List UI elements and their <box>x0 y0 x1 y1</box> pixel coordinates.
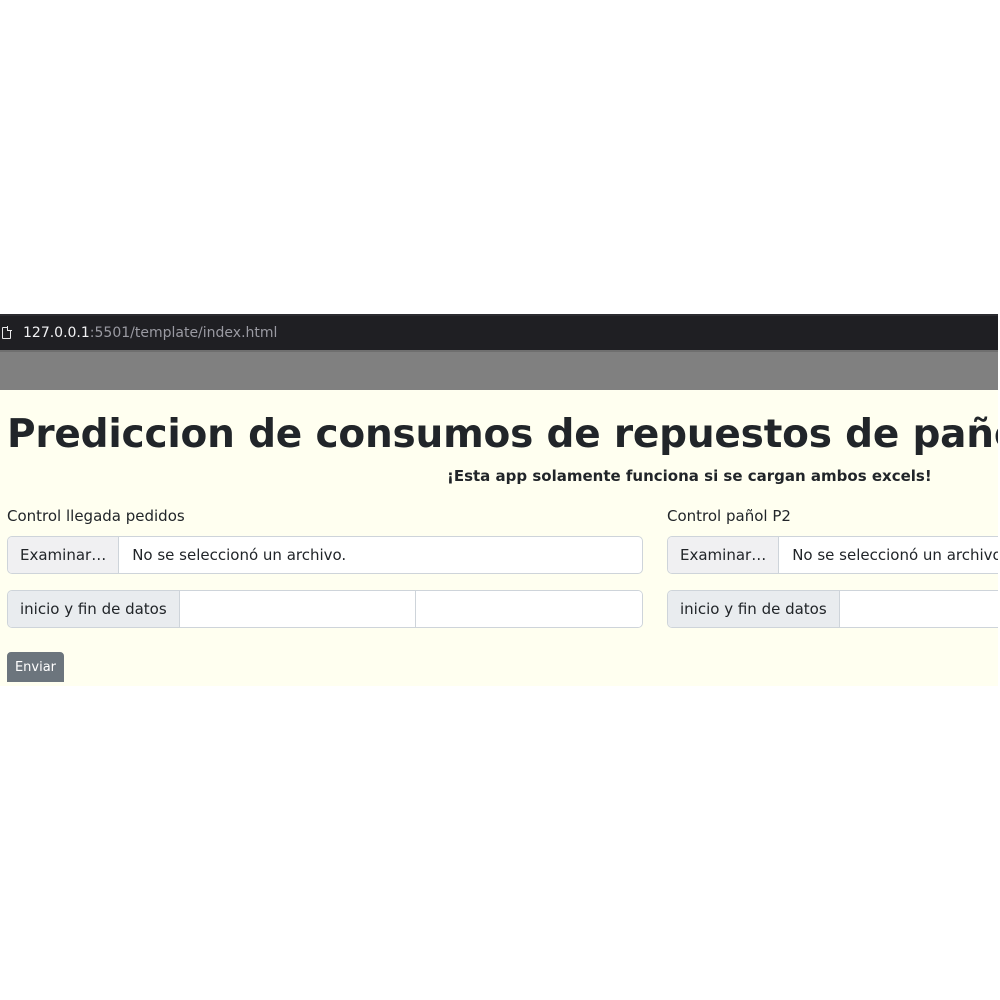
page-title: Prediccion de consumos de repuestos de p… <box>7 412 998 457</box>
left-range-group: inicio y fin de datos <box>7 590 643 628</box>
right-start-input[interactable] <box>839 591 998 627</box>
left-end-input[interactable] <box>415 591 642 627</box>
url-path: :5501/template/index.html <box>89 325 278 341</box>
page-subtitle: ¡Esta app solamente funciona si se carga… <box>447 467 932 485</box>
document-icon <box>2 326 12 339</box>
left-file-status: No se seleccionó un archivo. <box>132 546 347 564</box>
page-content: Prediccion de consumos de repuestos de p… <box>0 390 998 686</box>
left-start-input[interactable] <box>179 591 416 627</box>
url-host: 127.0.0.1 <box>23 325 90 341</box>
right-range-group: inicio y fin de datos <box>667 590 998 628</box>
right-browse-button[interactable]: Examinar… <box>668 537 780 573</box>
right-range-label: inicio y fin de datos <box>668 591 840 627</box>
right-file-input[interactable]: Examinar… No se seleccionó un archivo. <box>667 536 998 574</box>
right-file-status: No se seleccionó un archivo. <box>792 546 998 564</box>
left-file-input[interactable]: Examinar… No se seleccionó un archivo. <box>7 536 643 574</box>
browser-screenshot: 127.0.0.1:5501/template/index.html Predi… <box>0 314 998 686</box>
submit-button[interactable]: Enviar <box>7 652 64 682</box>
left-range-label: inicio y fin de datos <box>8 591 180 627</box>
left-form-label: Control llegada pedidos <box>7 507 185 525</box>
left-browse-button[interactable]: Examinar… <box>8 537 120 573</box>
right-form-label: Control pañol P2 <box>667 507 791 525</box>
address-bar[interactable]: 127.0.0.1:5501/template/index.html <box>0 314 998 350</box>
page-navbar <box>0 350 998 390</box>
